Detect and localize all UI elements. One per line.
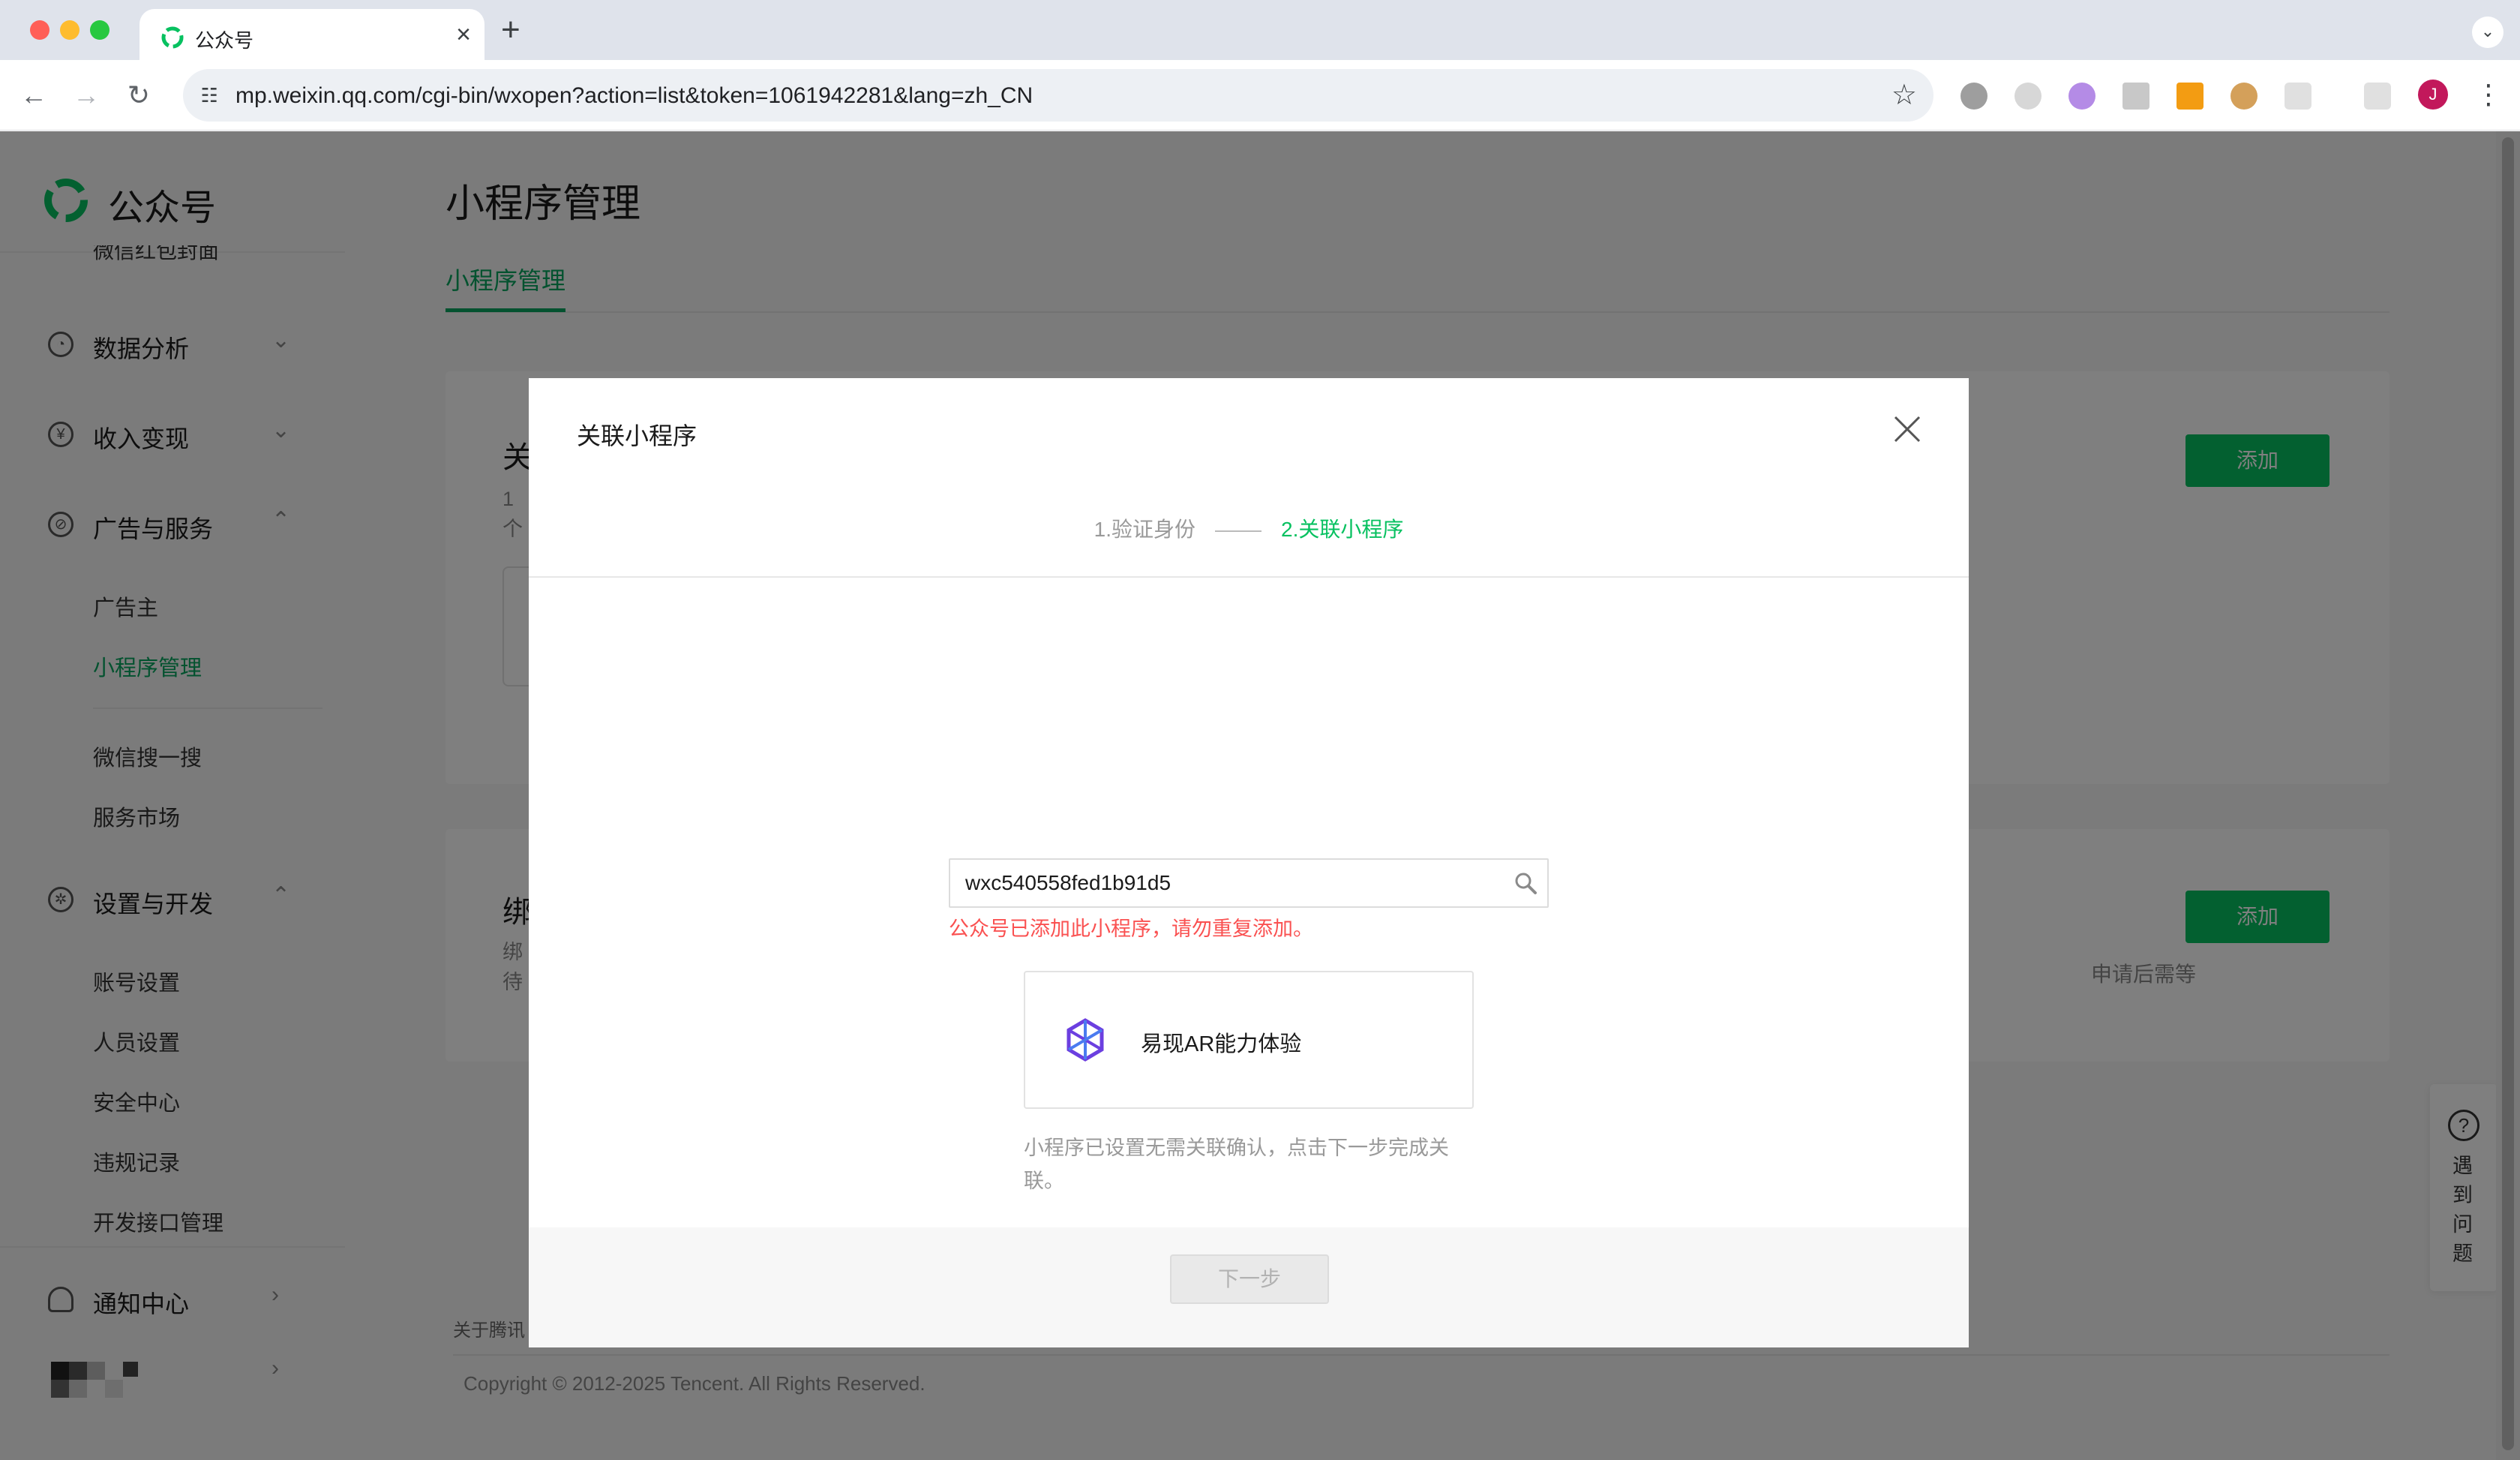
search-icon[interactable] — [1513, 870, 1538, 896]
dialog-title: 关联小程序 — [577, 422, 698, 449]
duplicate-error-message: 公众号已添加此小程序，请勿重复添加。 — [949, 918, 1313, 940]
wechat-mp-favicon-icon — [161, 26, 184, 49]
browser-titlebar: 公众号 × + ⌄ — [0, 0, 2520, 60]
extension-translate-icon[interactable] — [2122, 83, 2150, 110]
link-hint-text: 小程序已设置无需关联确认，点击下一步完成关联。 — [1024, 1137, 1449, 1192]
profile-avatar[interactable]: J — [2418, 80, 2448, 110]
forward-button[interactable]: → — [68, 77, 105, 114]
extension-a-icon[interactable] — [2014, 83, 2042, 110]
bookmark-star-icon[interactable]: ☆ — [1892, 79, 1917, 112]
dialog-header-divider — [529, 576, 1969, 578]
step-verify-identity: 1.验证身份 — [1094, 518, 1196, 541]
step-connector — [1215, 530, 1262, 532]
browser-menu-icon[interactable]: ⋮ — [2475, 78, 2502, 111]
page-viewport: 公众号 微信红包封面 ◔ 数据分析 ⌄ ¥ 收入变现 ⌄ ⊘ 广告与服务 ⌃ 广… — [0, 131, 2520, 1460]
window-minimize-button[interactable] — [60, 20, 80, 40]
tab-title: 公众号 — [195, 29, 254, 52]
step-indicator: 1.验证身份 2.关联小程序 — [529, 513, 1969, 543]
tab-close-icon[interactable]: × — [456, 21, 471, 48]
site-info-icon[interactable]: ☷ — [194, 80, 225, 111]
new-tab-button[interactable]: + — [501, 11, 520, 50]
browser-tab-active[interactable]: 公众号 × — [140, 9, 484, 60]
miniprogram-result-card[interactable]: 易现AR能力体验 — [1024, 971, 1474, 1109]
address-bar[interactable]: ☷ mp.weixin.qq.com/cgi-bin/wxopen?action… — [183, 69, 1934, 122]
tab-search-chevron-icon[interactable]: ⌄ — [2472, 17, 2504, 48]
browser-toolbar: ← → ↻ ☷ mp.weixin.qq.com/cgi-bin/wxopen?… — [0, 60, 2520, 131]
extension-circle-icon[interactable] — [1960, 83, 1988, 110]
extension-cookie-icon[interactable] — [2230, 83, 2258, 110]
download-icon[interactable] — [2364, 83, 2391, 110]
close-icon[interactable] — [1889, 411, 1925, 447]
window-maximize-button[interactable] — [90, 20, 110, 40]
back-button[interactable]: ← — [15, 77, 52, 114]
reload-button[interactable]: ↻ — [120, 77, 158, 114]
miniprogram-logo-icon — [1066, 1018, 1104, 1062]
extensions-puzzle-icon[interactable] — [2284, 83, 2312, 110]
extension-bolt-icon[interactable] — [2176, 83, 2204, 110]
step-link-miniprogram: 2.关联小程序 — [1281, 518, 1404, 541]
url-text: mp.weixin.qq.com/cgi-bin/wxopen?action=l… — [236, 83, 1034, 108]
dialog-footer: 下一步 — [529, 1227, 1969, 1347]
window-close-button[interactable] — [30, 20, 50, 40]
extension-openai-icon[interactable] — [2068, 83, 2096, 110]
next-step-button[interactable]: 下一步 — [1170, 1254, 1329, 1304]
link-miniprogram-dialog: 关联小程序 1.验证身份 2.关联小程序 wxc540558fed1b91d5 公… — [529, 378, 1969, 1347]
appid-search-input[interactable]: wxc540558fed1b91d5 — [949, 858, 1549, 908]
search-input-value: wxc540558fed1b91d5 — [965, 871, 1172, 894]
miniprogram-name: 易现AR能力体验 — [1141, 1032, 1302, 1056]
